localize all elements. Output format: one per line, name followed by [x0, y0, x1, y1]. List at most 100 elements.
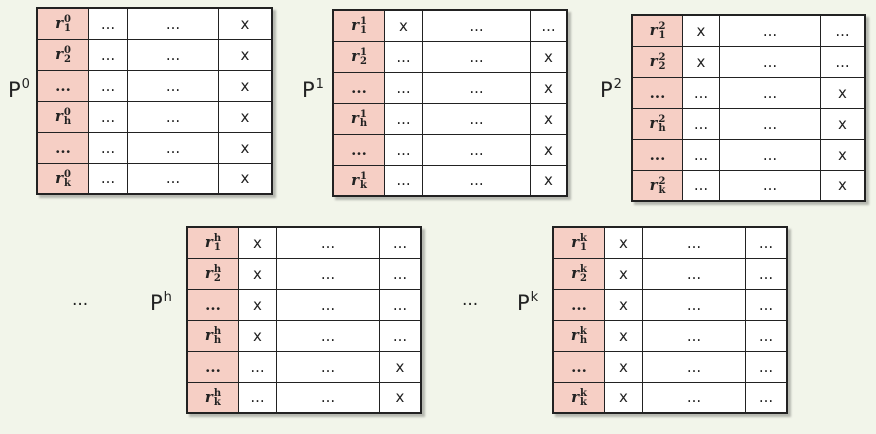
matrix-cell: x: [820, 138, 866, 171]
matrix-cell: ...: [422, 9, 531, 42]
matrix-cell: ...: [642, 257, 746, 290]
matrix-cell: x: [604, 350, 643, 383]
matrix-cell: ...: [88, 7, 128, 40]
ellipsis-middle: ...: [462, 290, 479, 310]
matrix-cell: ...: [422, 102, 531, 135]
row-index-stack: hh: [214, 327, 221, 346]
matrix-cell: ...: [422, 164, 531, 197]
row-index-stack: 22: [658, 53, 665, 72]
row-id-cell: ...: [631, 76, 683, 109]
matrix-cell: ...: [530, 9, 568, 42]
row-var: r: [351, 47, 359, 65]
row-index-stack: 21: [658, 22, 665, 41]
matrix-cell: x: [682, 45, 720, 78]
matrix-pk: r k 1 x...... r k 2 x......... x...... r k h x......…: [552, 226, 788, 414]
matrix-cell: x: [218, 162, 273, 195]
matrix-cell: ...: [379, 288, 422, 321]
matrix-cell: ...: [88, 162, 128, 195]
matrix-cell: x: [379, 381, 422, 414]
matrix-row: r 1 2...... x: [332, 40, 568, 73]
row-index-stack: k2: [579, 265, 587, 284]
matrix-label-p1: P1: [302, 78, 324, 101]
matrix-cell: x: [379, 350, 422, 383]
label-sup: 0: [21, 77, 30, 92]
row-id-cell: ...: [332, 71, 385, 104]
row-id-cell: r22: [631, 45, 683, 78]
row-id-cell: rkk: [552, 381, 605, 414]
row-subscript: 2: [213, 273, 221, 284]
row-subscript: 1: [63, 23, 71, 35]
matrix-ph: r h 1 x...... r h 2 x......... x...... r h h x......…: [186, 226, 422, 414]
matrix-row: r 1 k...... x: [332, 164, 568, 197]
matrix-label-p0: P0: [8, 78, 30, 101]
row-index-stack: 2k: [658, 176, 665, 195]
label-sup: 2: [613, 77, 622, 92]
matrix-cell: ...: [88, 100, 128, 133]
row-index-stack: 2h: [658, 115, 666, 134]
row-index-stack: 01: [63, 15, 71, 35]
matrix-cell: ...: [384, 133, 423, 166]
matrix-cell: x: [384, 9, 423, 42]
matrix-cell: ...: [719, 169, 821, 202]
row-var: r: [570, 326, 579, 344]
matrix-cell: x: [238, 319, 277, 352]
row-id-cell: ...: [631, 138, 683, 171]
row-id-cell: ...: [552, 350, 605, 383]
matrix-cell: ...: [384, 71, 423, 104]
row-subscript: h: [658, 123, 666, 134]
matrix-cell: ...: [745, 350, 788, 383]
matrix-cell: ...: [642, 288, 746, 321]
row-id-cell: r0h: [36, 100, 89, 133]
row-id-cell: r21: [631, 14, 683, 47]
matrix-cell: ...: [745, 226, 788, 259]
matrix-label-pk: Pk: [517, 291, 538, 314]
matrix-cell: ...: [276, 288, 380, 321]
matrix-cell: ...: [379, 257, 422, 290]
row-id-cell: r2k: [631, 169, 683, 202]
matrix-row: r h 1 x......: [186, 226, 422, 259]
matrix-row: r h k...... x: [186, 381, 422, 414]
row-subscript: h: [359, 118, 368, 129]
row-subscript: 2: [359, 56, 367, 67]
matrix-cell: ...: [719, 76, 821, 109]
row-var: r: [350, 109, 359, 127]
matrix-row: r 2 h...... x: [631, 107, 866, 140]
row-index-stack: 1k: [359, 171, 367, 191]
matrix-cell: x: [682, 14, 720, 47]
matrix-cell: x: [604, 257, 643, 290]
row-subscript: k: [359, 179, 367, 191]
matrix-row: r 0 1...... x: [36, 7, 273, 40]
matrix-cell: x: [530, 71, 568, 104]
matrix-cell: ...: [127, 38, 219, 71]
matrix-row: r 2 2 x......: [631, 45, 866, 78]
row-var: r: [649, 175, 658, 194]
matrix-cell: ...: [820, 14, 866, 47]
matrix-cell: ...: [276, 319, 380, 352]
matrix-row: r 1 1 x......: [332, 9, 568, 42]
matrix-cell: ...: [682, 76, 720, 109]
matrix-row: r 0 h...... x: [36, 100, 273, 133]
row-var: r: [649, 114, 658, 132]
matrix-cell: x: [820, 169, 866, 202]
row-subscript: 1: [579, 242, 587, 254]
matrix-p2: r 2 1 x...... r 2 2 x............... x r 2 h...... x…: [631, 14, 866, 202]
matrix-row: ......... x: [332, 133, 568, 166]
matrix-cell: ...: [384, 102, 423, 135]
label-sup: k: [530, 290, 539, 305]
matrix-row: ......... x: [631, 76, 866, 109]
row-index-stack: hk: [214, 388, 221, 407]
matrix-cell: x: [530, 133, 568, 166]
matrix-cell: ...: [719, 45, 821, 78]
matrix-p0: r 0 1...... x r 0 2...... x......... x r 0 h...... x…: [36, 7, 273, 195]
matrix-cell: x: [530, 40, 568, 73]
matrix-row: ......... x: [36, 131, 273, 164]
row-subscript: 2: [579, 273, 587, 284]
matrix-cell: ...: [745, 288, 788, 321]
label-base: P: [517, 291, 530, 315]
matrix-cell: ...: [719, 138, 821, 171]
matrix-cell: x: [218, 7, 273, 40]
row-id-cell: rhk: [186, 381, 239, 414]
row-index-stack: k1: [579, 234, 587, 254]
row-id-cell: ...: [552, 288, 605, 321]
row-id-cell: ...: [186, 288, 239, 321]
